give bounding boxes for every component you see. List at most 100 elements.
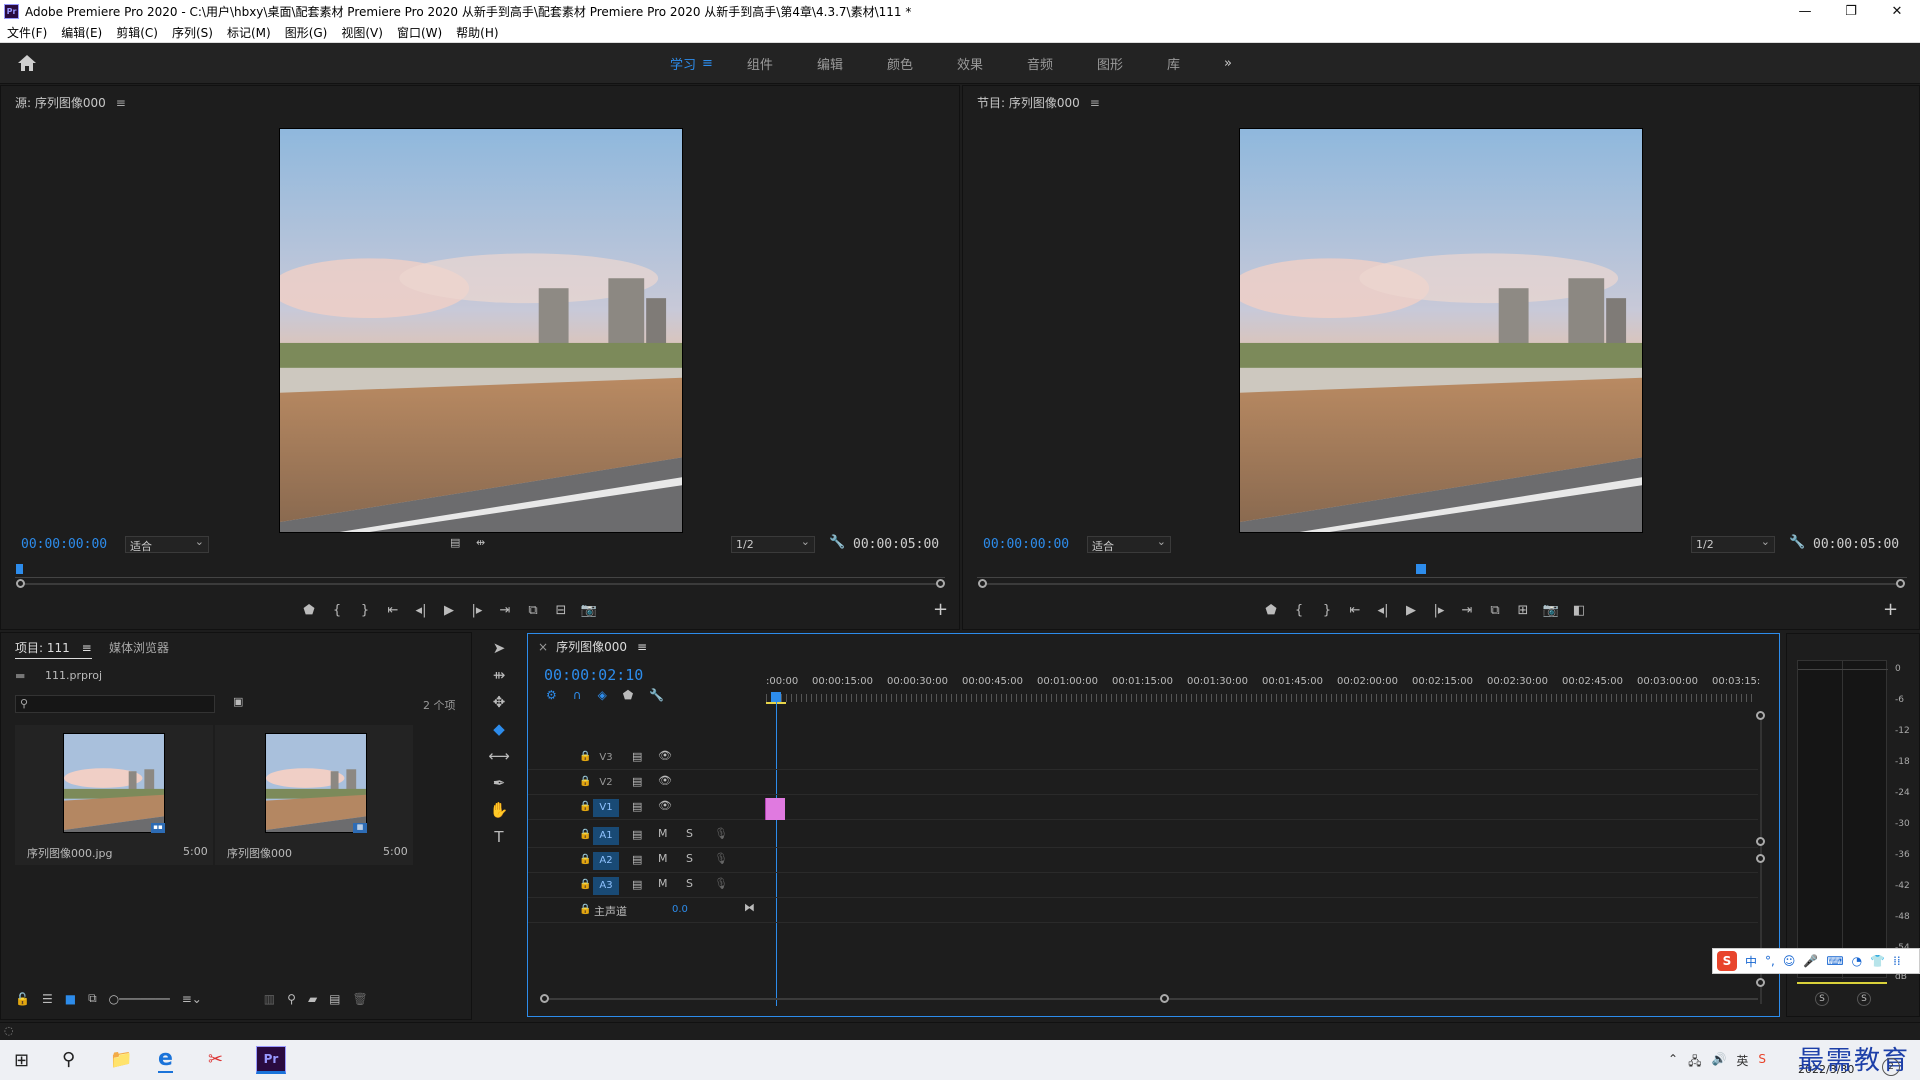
program-add-marker-icon[interactable]: ⬟ — [1257, 603, 1285, 618]
selection-tool-icon[interactable]: ➤ — [493, 634, 506, 661]
source-settings-icon[interactable]: ▤ — [450, 536, 460, 549]
menu-help[interactable]: 帮助(H) — [449, 24, 505, 41]
track-a1[interactable]: 🔒 A1 ▤ M S 🎙 — [528, 824, 1758, 848]
program-step-forward-icon[interactable]: |▸ — [1425, 603, 1453, 618]
source-button-editor-icon[interactable]: + — [933, 599, 948, 620]
program-mark-in-icon[interactable]: { — [1285, 603, 1313, 618]
ripple-edit-tool-icon[interactable]: ✥ — [493, 688, 506, 715]
solo-button[interactable]: S — [686, 877, 693, 890]
workspace-tab-audio[interactable]: 音频 — [1027, 54, 1053, 73]
timeline-time-ruler[interactable]: :00:00 00:00:15:00 00:00:30:00 00:00:45:… — [766, 676, 1760, 690]
source-go-to-in-icon[interactable]: ⇤ — [379, 603, 407, 618]
source-insert-icon[interactable]: ⧉ — [519, 603, 547, 618]
track-lock-icon[interactable]: 🔒 — [579, 879, 591, 890]
project-tab[interactable]: 项目: 111 ≡ — [15, 639, 92, 659]
source-panel-menu-icon[interactable]: ≡ — [116, 96, 126, 110]
project-item[interactable]: ▪▪ 序列图像000.jpg 5:00 — [15, 725, 213, 865]
microphone-icon[interactable]: 🎙 — [714, 852, 728, 865]
source-step-back-icon[interactable]: ◂| — [407, 603, 435, 618]
icon-view-icon[interactable]: ■ — [65, 992, 76, 1006]
track-lock-icon[interactable]: 🔒 — [579, 776, 591, 787]
menu-window[interactable]: 窗口(W) — [390, 24, 449, 41]
program-go-to-out-icon[interactable]: ⇥ — [1453, 603, 1481, 618]
track-lock-icon[interactable]: 🔒 — [579, 854, 591, 865]
new-bin-icon[interactable]: ▰ — [308, 992, 317, 1006]
workspace-more-button[interactable]: » — [1224, 56, 1232, 71]
sync-lock-icon[interactable]: ▤ — [632, 828, 642, 841]
zoom-slider[interactable]: ○─────── — [109, 992, 170, 1006]
source-resolution-dropdown[interactable]: 1/2 — [731, 535, 815, 553]
track-label[interactable]: V1 — [593, 799, 619, 817]
hscroll-handle-left[interactable] — [540, 994, 549, 1003]
workspace-menu-icon[interactable]: ≡ — [702, 56, 713, 71]
timeline-settings-icon[interactable]: 🔧 — [649, 688, 664, 702]
solo-button[interactable]: S — [686, 827, 693, 840]
sequence-tab[interactable]: × 序列图像000 ≡ — [538, 638, 647, 655]
workspace-tab-color[interactable]: 颜色 — [887, 54, 913, 73]
source-overwrite-icon[interactable]: ⊟ — [547, 603, 575, 618]
ime-tools-icon[interactable]: ◔ — [1852, 954, 1862, 968]
eye-icon[interactable]: 👁 — [658, 799, 672, 812]
program-panel-menu-icon[interactable]: ≡ — [1090, 96, 1100, 110]
sync-lock-icon[interactable]: ▤ — [632, 878, 642, 891]
track-lock-icon[interactable]: 🔒 — [579, 801, 591, 812]
solo-button[interactable]: S — [686, 852, 693, 865]
sogou-tray-icon[interactable]: S — [1758, 1052, 1766, 1073]
volume-icon[interactable]: 🔊 — [1711, 1052, 1726, 1073]
sync-lock-icon[interactable]: ▤ — [632, 800, 642, 813]
vscroll-handle-top[interactable] — [1756, 711, 1765, 720]
program-go-to-in-icon[interactable]: ⇤ — [1341, 603, 1369, 618]
slip-tool-icon[interactable]: ⟷ — [488, 742, 510, 769]
eye-icon[interactable]: 👁 — [658, 774, 672, 787]
clear-icon[interactable]: 🗑 — [353, 992, 368, 1006]
program-fit-dropdown[interactable]: 适合 — [1087, 535, 1171, 553]
project-search-input[interactable]: ⚲ — [15, 695, 215, 713]
source-fit-dropdown[interactable]: 适合 — [125, 535, 209, 553]
freeform-view-icon[interactable]: ⧉ — [88, 991, 97, 1006]
track-label[interactable]: V2 — [593, 774, 619, 792]
linked-selection-icon[interactable]: ◈ — [598, 688, 607, 702]
hscroll-handle-right[interactable] — [1160, 994, 1169, 1003]
add-marker-icon[interactable]: ⬟ — [623, 688, 633, 702]
type-tool-icon[interactable]: T — [494, 823, 503, 850]
source-time-ruler[interactable] — [15, 564, 945, 578]
mute-button[interactable]: M — [658, 852, 668, 865]
list-view-icon[interactable]: ☰ — [42, 992, 53, 1006]
program-button-editor-icon[interactable]: + — [1883, 599, 1898, 620]
source-drag-video-icon[interactable]: ⇹ — [476, 536, 485, 549]
vscroll-handle-mid[interactable] — [1756, 837, 1765, 846]
workspace-tab-libraries[interactable]: 库 — [1167, 54, 1180, 73]
menu-sequence[interactable]: 序列(S) — [165, 24, 220, 41]
program-timecode-in[interactable]: 00:00:00:00 — [983, 537, 1069, 552]
eye-icon[interactable]: 👁 — [658, 749, 672, 762]
source-scroll-bar[interactable] — [21, 583, 941, 585]
network-icon[interactable]: 🖧 — [1688, 1052, 1701, 1073]
program-wrench-icon[interactable]: 🔧 — [1789, 535, 1805, 550]
video-clip[interactable] — [765, 798, 785, 820]
mute-button[interactable]: M — [658, 877, 668, 890]
mute-button[interactable]: M — [658, 827, 668, 840]
source-playhead[interactable] — [16, 564, 23, 574]
vscroll-handle-audio[interactable] — [1756, 854, 1765, 863]
program-resolution-dropdown[interactable]: 1/2 — [1691, 535, 1775, 553]
premiere-taskbar-icon[interactable]: Pr — [256, 1046, 286, 1074]
track-a3[interactable]: 🔒 A3 ▤ M S 🎙 — [528, 874, 1758, 898]
source-scroll-handle-right[interactable] — [936, 579, 945, 588]
sort-icon[interactable]: ≡⌄ — [182, 992, 202, 1006]
find-icon[interactable]: ⚲ — [287, 992, 296, 1006]
solo-left-button[interactable]: S — [1815, 992, 1829, 1006]
master-volume-value[interactable]: 0.0 — [672, 904, 688, 915]
vscroll-handle-bottom[interactable] — [1756, 978, 1765, 987]
sync-lock-icon[interactable]: ▤ — [632, 775, 642, 788]
snap-icon[interactable]: ∩ — [573, 688, 582, 702]
microphone-icon[interactable]: 🎙 — [714, 827, 728, 840]
source-timecode-in[interactable]: 00:00:00:00 — [21, 537, 107, 552]
program-mark-out-icon[interactable]: } — [1313, 603, 1341, 618]
track-v3[interactable]: 🔒 V3 ▤ 👁 — [528, 746, 1758, 770]
track-lock-icon[interactable]: 🔒 — [579, 829, 591, 840]
notification-icon[interactable]: 2 — [1882, 1058, 1900, 1076]
ime-tray-icon[interactable]: 英 — [1736, 1052, 1748, 1073]
program-compare-icon[interactable]: ◧ — [1565, 603, 1593, 618]
new-item-icon[interactable]: ▤ — [329, 992, 340, 1006]
program-play-icon[interactable]: ▶ — [1397, 603, 1425, 618]
